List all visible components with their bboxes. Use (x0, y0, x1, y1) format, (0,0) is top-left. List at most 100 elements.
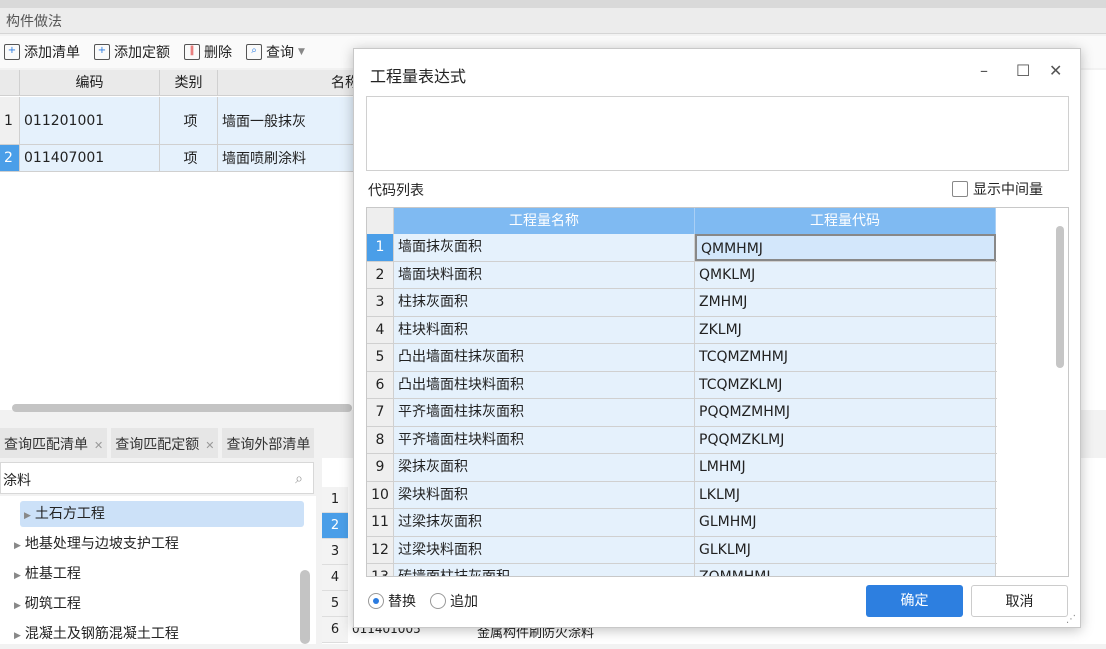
close-icon[interactable]: ✕ (1049, 61, 1062, 80)
row-number: 12 (367, 536, 394, 563)
resize-grip-icon[interactable]: ⋰ (1066, 614, 1076, 625)
code-list-row[interactable]: 9 梁抹灰面积 LMHMJ (367, 454, 997, 482)
add-list-label: 添加清单 (24, 45, 80, 61)
quantity-name-cell: 墙面抹灰面积 (394, 234, 695, 261)
expression-textarea[interactable] (366, 96, 1069, 171)
cancel-button[interactable]: 取消 (971, 585, 1068, 617)
cell-name: 墙面喷刷涂料 (218, 145, 360, 171)
row-number: 3 (367, 289, 394, 316)
code-list-row[interactable]: 1 墙面抹灰面积 QMMHMJ (367, 234, 997, 262)
quantity-name-cell: 柱抹灰面积 (394, 289, 695, 316)
table-row[interactable]: 2 011407001 项 墙面喷刷涂料 (0, 145, 360, 172)
bottom-tabs: 查询匹配清单 ✕ 查询匹配定额 ✕ 查询外部清单 (0, 428, 360, 458)
tree-label: 地基处理与边坡支护工程 (24, 536, 179, 552)
header-quantity-name: 工程量名称 (394, 208, 695, 234)
row-number: 13 (367, 564, 394, 576)
row-number[interactable]: 2 (322, 513, 348, 539)
header-corner (0, 70, 20, 96)
expand-arrow-icon[interactable]: ▶ (14, 601, 21, 611)
show-intermediate-checkbox[interactable]: 显示中间量 (952, 179, 1043, 199)
add-list-button[interactable]: + 添加清单 (4, 42, 80, 62)
tree-item[interactable]: ▶ 桩基工程 (14, 561, 81, 587)
query-button[interactable]: ⌕ 查询 ▼ (246, 42, 305, 62)
code-list-row[interactable]: 11 过梁抹灰面积 GLMHMJ (367, 509, 997, 537)
add-quota-button[interactable]: + 添加定额 (94, 42, 170, 62)
tree-item[interactable]: ▶ 地基处理与边坡支护工程 (14, 531, 179, 557)
horizontal-scrollbar[interactable] (12, 404, 352, 412)
category-tree: ▶ 土石方工程 ▶ 地基处理与边坡支护工程 ▶ 桩基工程 ▶ 砌筑工程 ▶ 混凝土及钢筋混… (0, 496, 316, 644)
search-input[interactable]: 涂料 ⌕ (0, 462, 314, 494)
row-number[interactable]: 4 (322, 565, 348, 591)
tree-label: 砌筑工程 (24, 596, 81, 612)
quantity-name-cell: 凸出墙面柱抹灰面积 (394, 344, 695, 371)
tree-item[interactable]: ▶ 土石方工程 (20, 501, 304, 527)
append-radio[interactable]: 追加 (430, 591, 478, 611)
code-list-row[interactable]: 6 凸出墙面柱块料面积 TCQMZKLMJ (367, 371, 997, 399)
row-number[interactable]: 6 (322, 617, 348, 643)
code-list-row[interactable]: 4 柱块料面积 ZKLMJ (367, 316, 997, 344)
trash-icon: ‖ (184, 44, 200, 60)
cell-code: 011407001 (20, 145, 160, 171)
code-list-row[interactable]: 5 凸出墙面柱抹灰面积 TCQMZMHMJ (367, 344, 997, 372)
delete-button[interactable]: ‖ 删除 (184, 42, 232, 62)
quantity-code-cell: ZQMMHMJ (695, 564, 996, 576)
quantity-code-cell: QMMHMJ (695, 234, 996, 261)
row-number: 11 (367, 509, 394, 536)
code-list-row[interactable]: 13 砖墙面柱抹灰面积 ZQMMHMJ (367, 564, 997, 576)
panel-title: 构件做法 (0, 8, 1106, 34)
quantity-code-cell: QMKLMJ (695, 261, 996, 288)
tree-scrollbar[interactable] (300, 570, 310, 644)
row-number[interactable]: 5 (322, 591, 348, 617)
add-quota-icon: + (94, 44, 110, 60)
row-number: 9 (367, 454, 394, 481)
cell-code: 011201001 (20, 97, 160, 144)
add-quota-label: 添加定额 (114, 45, 170, 61)
code-list-row[interactable]: 7 平齐墙面柱抹灰面积 PQQMZMHMJ (367, 399, 997, 427)
row-number[interactable]: 3 (322, 539, 348, 565)
table-row[interactable]: 1 011201001 项 墙面一般抹灰 (0, 97, 360, 145)
close-icon[interactable]: ✕ (94, 439, 103, 452)
top-bar (0, 0, 1106, 8)
search-icon[interactable]: ⌕ (295, 471, 303, 487)
maximize-icon[interactable]: ☐ (1016, 61, 1030, 80)
quantity-name-cell: 过梁块料面积 (394, 536, 695, 563)
expand-arrow-icon[interactable]: ▶ (14, 541, 21, 551)
row-number[interactable]: 1 (322, 487, 348, 513)
minimize-icon[interactable]: – (980, 61, 988, 80)
tab-label: 查询匹配清单 (4, 437, 88, 453)
ok-button[interactable]: 确定 (866, 585, 963, 617)
quantity-code-cell: PQQMZMHMJ (695, 399, 996, 426)
replace-radio[interactable]: 替换 (368, 591, 416, 611)
expand-arrow-icon[interactable]: ▶ (24, 511, 31, 521)
code-list-row[interactable]: 3 柱抹灰面积 ZMHMJ (367, 289, 997, 317)
row-number: 2 (367, 261, 394, 288)
grid-scrollbar[interactable] (1056, 226, 1064, 368)
tab-label: 查询外部清单 (226, 437, 311, 453)
code-list-row[interactable]: 2 墙面块料面积 QMKLMJ (367, 261, 997, 289)
row-number: 1 (0, 97, 20, 144)
tree-label: 桩基工程 (24, 566, 81, 582)
radio-unchecked[interactable] (430, 593, 446, 609)
quantity-code-cell: GLMHMJ (695, 509, 996, 536)
cell-type: 项 (160, 97, 218, 144)
checkbox[interactable] (952, 181, 968, 197)
expand-arrow-icon[interactable]: ▶ (14, 631, 21, 641)
tab-external-list[interactable]: 查询外部清单 (222, 428, 315, 458)
row-number: 5 (367, 344, 394, 371)
quantity-name-cell: 柱块料面积 (394, 316, 695, 343)
close-icon[interactable]: ✕ (205, 439, 214, 452)
tree-label: 混凝土及钢筋混凝土工程 (24, 626, 179, 642)
tab-match-list[interactable]: 查询匹配清单 ✕ (0, 428, 108, 458)
expand-arrow-icon[interactable]: ▶ (14, 571, 21, 581)
tree-item[interactable]: ▶ 砌筑工程 (14, 591, 81, 617)
code-list-row[interactable]: 12 过梁块料面积 GLKLMJ (367, 536, 997, 564)
row-number: 4 (367, 316, 394, 343)
tree-item[interactable]: ▶ 混凝土及钢筋混凝土工程 (14, 621, 179, 647)
code-list-row[interactable]: 8 平齐墙面柱块料面积 PQQMZKLMJ (367, 426, 997, 454)
header-type: 类别 (160, 70, 218, 96)
delete-label: 删除 (204, 45, 232, 61)
radio-label: 替换 (388, 594, 416, 610)
tab-match-quota[interactable]: 查询匹配定额 ✕ (111, 428, 219, 458)
code-list-row[interactable]: 10 梁块料面积 LKLMJ (367, 481, 997, 509)
radio-checked[interactable] (368, 593, 384, 609)
